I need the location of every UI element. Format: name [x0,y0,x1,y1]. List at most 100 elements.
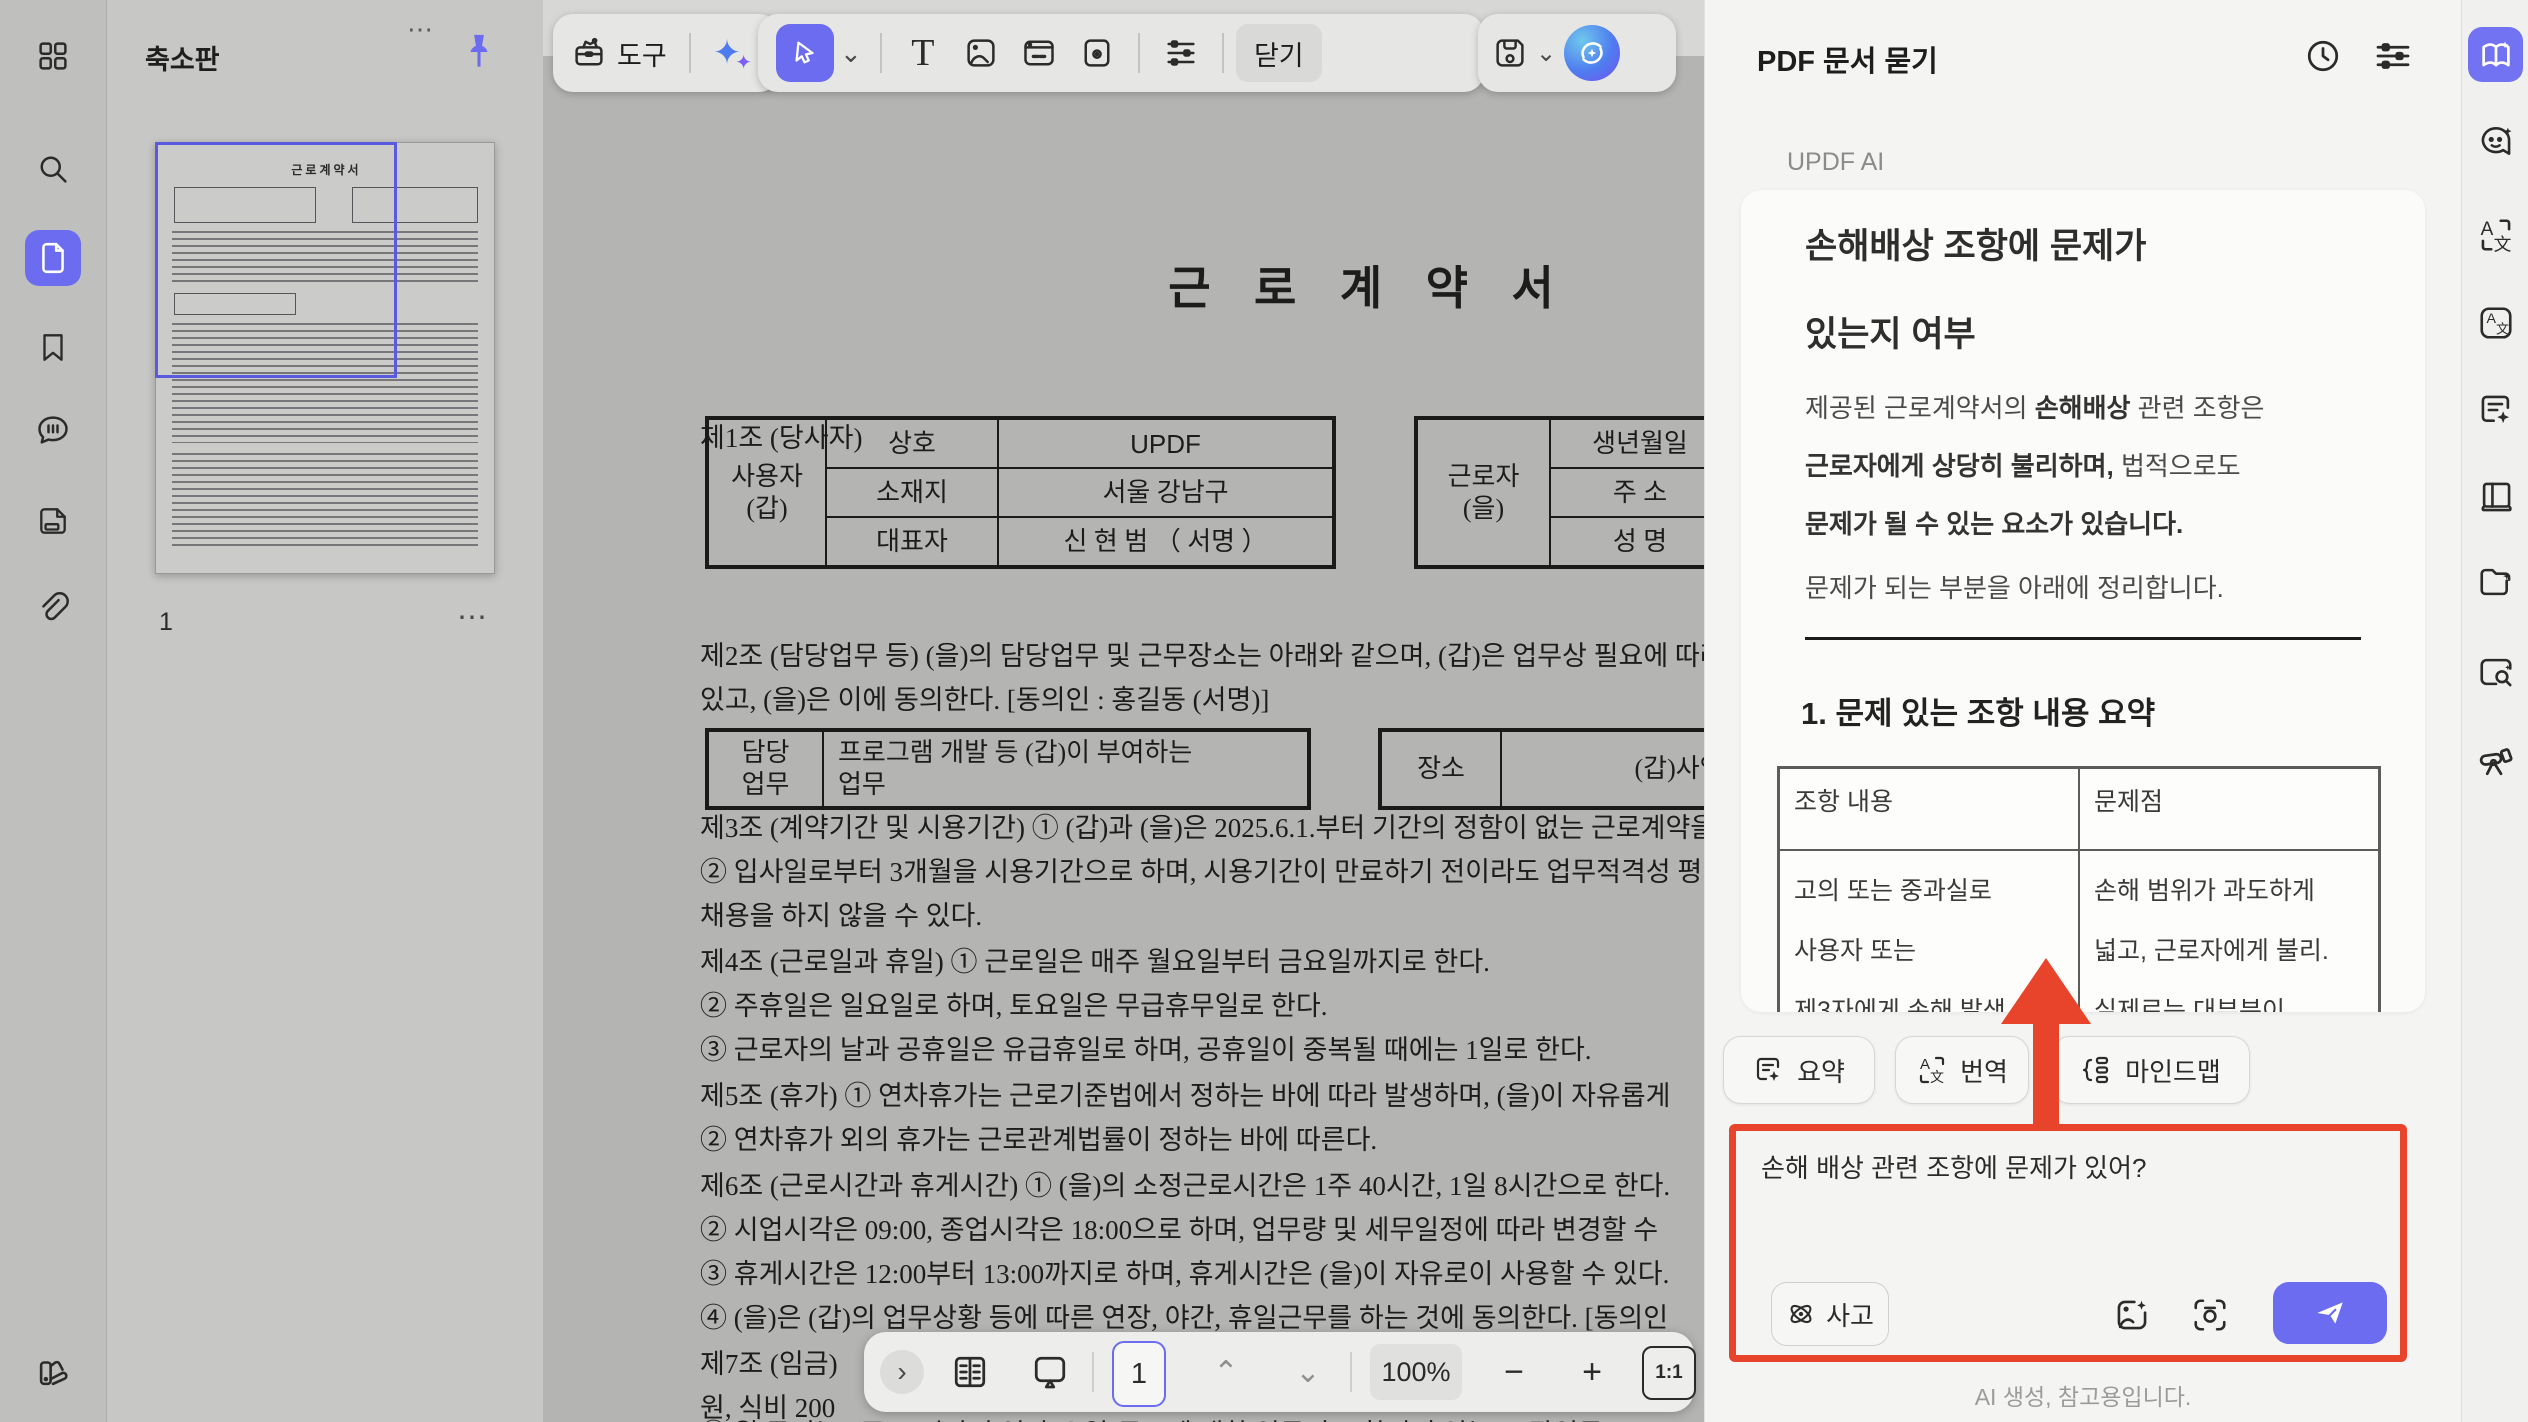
mindmap-button[interactable]: 마인드맵 [2052,1036,2250,1104]
table-cell: 장소 [1381,731,1501,807]
tools-group: 도구 ✦ ✦ [553,14,779,92]
table-cell: 신 현 범 （ 서명 ） [998,517,1333,566]
expand-chevron-button[interactable]: › [880,1350,924,1394]
doc-line: 제3조 (계약기간 및 시용기간) ① (갑)과 (을)은 2025.6.1.부… [700,806,1715,845]
answer-heading: 손해배상 조항에 문제가 [1805,218,2146,269]
previous-page-button[interactable]: ⌃ [1204,1352,1248,1392]
paperclip-icon [35,590,71,626]
zoom-out-button[interactable]: − [1492,1352,1536,1392]
stamps-button[interactable] [25,493,81,549]
book-icon [2477,478,2515,516]
thumbnails-button-active[interactable] [25,230,81,286]
thinking-mode-button[interactable]: 사고 [1771,1282,1889,1346]
answer-paragraph: 문제가 될 수 있는 요소가 있습니다. [1805,504,2183,541]
add-image-button[interactable] [2113,1296,2151,1334]
send-button[interactable] [2273,1282,2387,1344]
zoom-in-button[interactable]: + [1570,1352,1614,1392]
comments-button[interactable] [25,402,81,458]
table-cell: 상호 [826,419,998,468]
link-tool-button[interactable] [1010,24,1068,82]
image-tool-button[interactable] [952,24,1010,82]
summarize-button[interactable] [2468,382,2523,437]
summary-button[interactable]: 요약 [1723,1036,1875,1104]
link-icon [1021,35,1057,71]
screen-icon [1030,1352,1070,1392]
ai-assistant-logo-button[interactable] [1564,25,1620,81]
doc-line: ② 시업시각은 09:00, 종업시각은 18:00으로 하며, 업무량 및 세… [700,1208,1658,1247]
file-fold-icon [36,504,70,538]
save-dropdown-chevron[interactable]: ⌄ [1536,39,1556,68]
bottom-navigation-bar: › 1 ⌃ ⌄ 100% − + 1:1 [864,1332,1694,1412]
svg-text:文: 文 [2496,321,2509,336]
doc-line: ② 입사일로부터 3개월을 시용기간으로 하며, 시용기간이 만료하기 전이라도… [700,850,1727,889]
doc-line: 채용을 하지 않을 수 있다. [700,894,982,933]
thumbnail-more-button[interactable]: ⋯ [457,600,489,635]
tools-label: 도구 [617,34,667,73]
ai-sparkles-button[interactable]: ✦ ✦ [713,32,752,75]
doc-line: ④ (을)은 (갑)의 업무상황 등에 따른 연장, 야간, 휴일근무를 하는 … [700,1296,1668,1335]
panel-title: PDF 문서 묻기 [1757,38,1938,80]
theme-swatch-button[interactable] [25,1344,81,1400]
ask-pdf-button-active[interactable] [2468,27,2523,82]
doc-line: 제5조 (휴가) ① 연차휴가는 근로기준법에서 정하는 바에 따라 발생하며,… [700,1074,1670,1113]
chat-input-value[interactable]: 손해 배상 관련 조항에 문제가 있어? [1761,1148,2146,1185]
ai-chat-button[interactable] [2468,115,2523,170]
presentation-button[interactable] [1030,1352,1070,1392]
doc-line: 제6조 (근로시간과 휴게시간) ① (을)의 소정근로시간은 1주 40시간,… [700,1164,1670,1203]
zoom-level-input[interactable]: 100% [1370,1344,1462,1400]
viewport-indicator[interactable] [155,142,397,378]
two-page-icon [950,1352,990,1392]
send-icon [2313,1296,2347,1330]
camera-icon [2191,1296,2229,1334]
page-icon [36,241,70,275]
ai-swirl-icon [1575,36,1609,70]
search-icon [35,151,71,187]
reading-mode-button[interactable] [2468,469,2523,524]
bookmark-icon [36,330,70,364]
doc-line: ② 월 급여는 1주 12시간의 연장(요일)근로에 대한 임금이 포함되어 있… [700,1412,1608,1422]
swatch-fan-icon [34,1353,72,1391]
telescope-icon [2476,740,2516,780]
translate-page-button[interactable]: A 文 [2468,295,2523,350]
explore-button[interactable] [2468,732,2523,787]
panel-drag-handle[interactable]: ⋯ [407,14,437,45]
save-button[interactable] [1492,35,1528,71]
page-number-input[interactable]: 1 [1112,1341,1166,1407]
bookmarks-button[interactable] [25,319,81,375]
search-button[interactable] [25,141,81,197]
text-tool-button[interactable]: T [894,24,952,82]
mindmap-icon [2081,1054,2113,1086]
page-layout-button[interactable] [950,1352,990,1392]
main-toolbar: ⌄ T [758,14,1484,92]
close-button[interactable]: 닫기 [1236,24,1322,82]
panel-settings-button[interactable] [2373,36,2413,76]
table-header-cell: 문제점 [2079,768,2379,850]
ai-files-button[interactable] [2468,554,2523,609]
attachments-button[interactable] [25,580,81,636]
translate-selection-button[interactable]: A 文 [2468,207,2523,262]
doc-line: ③ 근로자의 날과 공휴일은 유급휴일로 하며, 공휴일이 중복될 때에는 1일… [700,1028,1592,1067]
svg-text:文: 文 [2493,234,2511,254]
atom-icon [1786,1299,1816,1329]
ai-search-button[interactable] [2468,644,2523,699]
next-page-button[interactable]: ⌄ [1286,1352,1330,1392]
summary-icon [2477,391,2515,429]
table-cell: 손해 범위가 과도하게 넓고, 근로자에게 불리. 실제로는 대부분이 [2079,850,2379,1012]
history-button[interactable] [2303,36,2343,76]
properties-button[interactable] [1152,24,1210,82]
duty-table: 담당 업무 프로그램 개발 등 (갑)이 부여하는 업무 [705,728,1311,810]
toolbox-icon [571,35,607,71]
select-tool-button-active[interactable] [776,24,834,82]
save-icon [1492,35,1528,71]
translate-icon: A 文 [2477,216,2515,254]
screenshot-button[interactable] [2191,1296,2229,1334]
translate-button[interactable]: A 文 번역 [1895,1036,2029,1104]
cursor-dropdown-chevron[interactable]: ⌄ [840,38,862,69]
sliders-icon [1163,35,1199,71]
tools-button[interactable]: 도구 [571,34,667,73]
pin-icon[interactable] [459,30,499,79]
save-group: ⌄ [1478,14,1676,92]
actual-size-button[interactable]: 1:1 [1642,1346,1696,1400]
page-mark-tool-button[interactable] [1068,24,1126,82]
app-grid-button[interactable] [25,28,81,84]
